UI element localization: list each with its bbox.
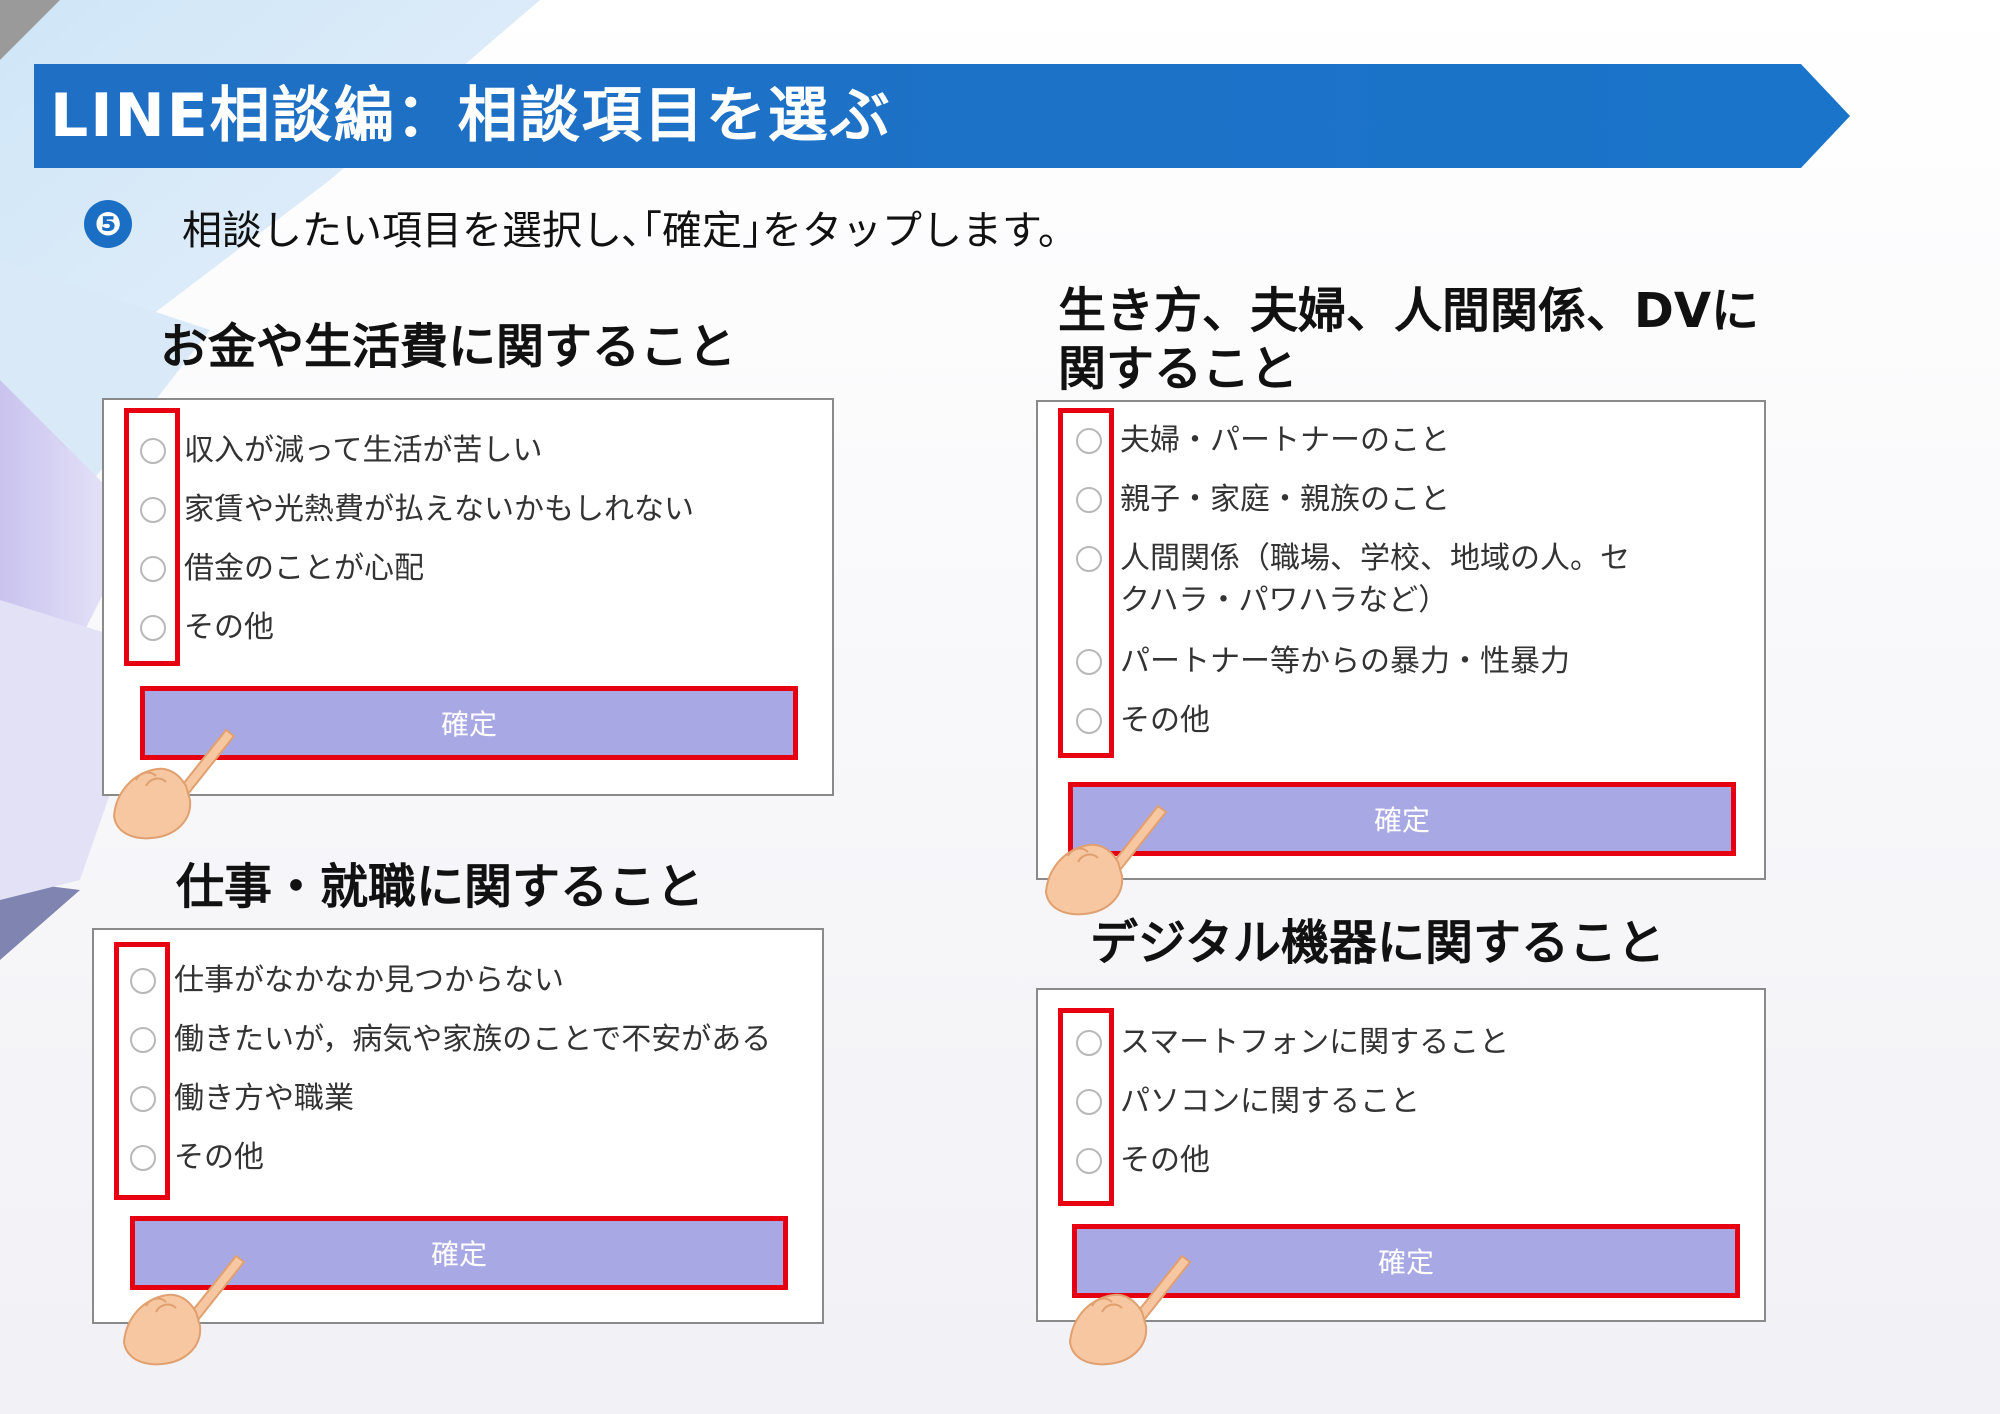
option-label: その他 [1120,703,1210,738]
option-money-income[interactable]: 収入が減って生活が苦しい [140,430,543,472]
option-digital-smartphone[interactable]: スマートフォンに関すること [1076,1022,1509,1064]
option-label: その他 [174,1140,264,1175]
option-work-anxiety[interactable]: 働きたいが，病気や家族のことで不安がある [130,1019,771,1061]
section-title-relationships: 生き方、夫婦、人間関係、DVに 関すること [1058,282,1759,398]
section-title-work: 仕事・就職に関すること [176,859,705,915]
option-label: パートナー等からの暴力・性暴力 [1120,644,1570,679]
option-money-rent[interactable]: 家賃や光熱費が払えないかもしれない [140,489,694,531]
option-label: 借金のことが心配 [184,551,424,586]
section-title-line: 生き方、夫婦、人間関係、DVに [1058,283,1759,339]
option-rel-couple[interactable]: 夫婦・パートナーのこと [1076,420,1450,462]
option-money-debt[interactable]: 借金のことが心配 [140,548,424,590]
confirm-button[interactable]: 確定 [1068,782,1736,856]
option-label: その他 [184,610,274,645]
option-work-search[interactable]: 仕事がなかなか見つからない [130,960,564,1002]
page-title: LINE相談編：相談項目を選ぶ [50,81,892,151]
option-label: 親子・家庭・親族のこと [1120,482,1450,517]
section-title-digital: デジタル機器に関すること [1090,915,1666,971]
option-rel-violence[interactable]: パートナー等からの暴力・性暴力 [1076,641,1570,683]
pointing-hand-icon [1068,1254,1192,1366]
option-label: 家賃や光熱費が払えないかもしれない [184,492,694,527]
section-title-line: 関すること [1058,341,1299,397]
option-label: 夫婦・パートナーのこと [1120,423,1450,458]
option-label: パソコンに関すること [1120,1084,1420,1119]
option-label: 働きたいが，病気や家族のことで不安がある [174,1022,772,1057]
radio-highlight-frame [1058,408,1114,758]
pointing-hand-icon [1044,804,1168,916]
option-label: スマートフォンに関すること [1120,1025,1510,1060]
option-rel-family[interactable]: 親子・家庭・親族のこと [1076,479,1450,521]
radio-highlight-frame [1058,1008,1114,1206]
step-instruction: 相談したい項目を選択し､｢確定｣をタップします。 [182,208,1078,254]
step-number-badge: ❺ [84,200,132,248]
confirm-button[interactable]: 確定 [140,686,798,760]
option-label: 収入が減って生活が苦しい [184,433,543,468]
pointing-hand-icon [122,1254,246,1366]
radio-highlight-frame [124,408,180,666]
pointing-hand-icon [112,728,236,840]
option-digital-pc[interactable]: パソコンに関すること [1076,1081,1420,1123]
section-title-money: お金や生活費に関すること [160,319,737,375]
option-rel-people[interactable]: 人間関係（職場、学校、地域の人。セクハラ・パワハラなど） [1076,538,1656,622]
option-label: 人間関係（職場、学校、地域の人。セクハラ・パワハラなど） [1120,541,1630,618]
option-label: その他 [1120,1143,1210,1178]
option-label: 仕事がなかなか見つからない [174,963,564,998]
radio-highlight-frame [114,942,170,1200]
option-label: 働き方や職業 [174,1081,354,1116]
